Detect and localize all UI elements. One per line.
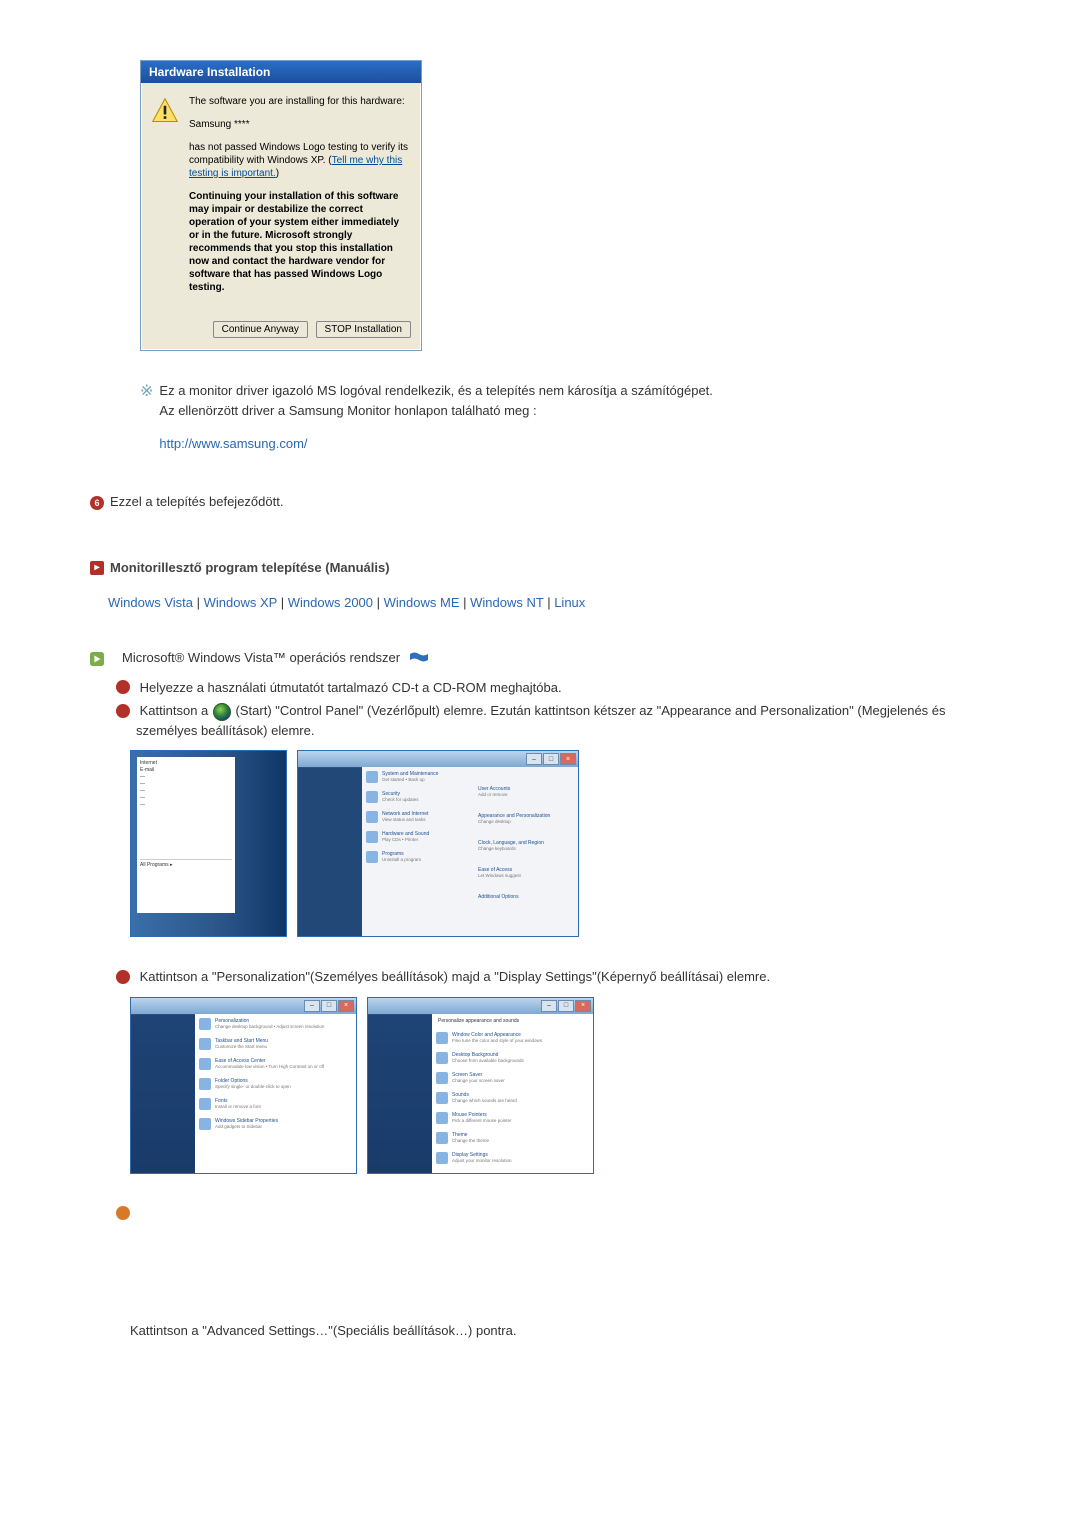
dialog-warning-paragraph: Continuing your installation of this sof… bbox=[189, 190, 411, 294]
minimize-icon: – bbox=[304, 1000, 320, 1012]
link-linux[interactable]: Linux bbox=[554, 595, 585, 610]
warning-icon bbox=[151, 97, 179, 125]
vista-step-2a: Kattintson a bbox=[140, 703, 212, 718]
vista-os-title: Microsoft® Windows Vista™ operációs rend… bbox=[122, 650, 400, 665]
link-windows-nt[interactable]: Windows NT bbox=[470, 595, 543, 610]
step-number-6: 6 bbox=[90, 496, 104, 510]
personalization-screenshot: – □ × Personalize appearance and sounds … bbox=[367, 997, 594, 1174]
step-6-text: Ezzel a telepítés befejeződött. bbox=[110, 494, 283, 509]
samsung-url-link[interactable]: http://www.samsung.com/ bbox=[159, 436, 307, 451]
maximize-icon: □ bbox=[321, 1000, 337, 1012]
appearance-personalization-screenshot: – □ × PersonalizationChange desktop back… bbox=[130, 997, 357, 1174]
note-line-2: Az ellenörzött driver a Samsung Monitor … bbox=[159, 401, 859, 421]
section-title: Monitorillesztő program telepítése (Manu… bbox=[110, 560, 390, 575]
step-number-1: 1 bbox=[116, 680, 130, 694]
link-windows-xp[interactable]: Windows XP bbox=[204, 595, 277, 610]
dialog-device: Samsung **** bbox=[189, 118, 411, 131]
os-link-row: Windows Vista | Windows XP | Windows 200… bbox=[108, 595, 990, 610]
vista-step-3: Kattintson a "Personalization"(Személyes… bbox=[140, 969, 770, 984]
link-windows-2000[interactable]: Windows 2000 bbox=[288, 595, 373, 610]
windows-flag-icon bbox=[410, 651, 428, 666]
control-panel-screenshot: – □ × System and MaintenanceGet started … bbox=[297, 750, 579, 937]
start-orb-icon bbox=[213, 703, 231, 721]
start-menu-screenshot: InternetE-mail————— All Programs ▸ bbox=[130, 750, 287, 937]
link-windows-vista[interactable]: Windows Vista bbox=[108, 595, 193, 610]
link-windows-me[interactable]: Windows ME bbox=[384, 595, 460, 610]
maximize-icon: □ bbox=[558, 1000, 574, 1012]
vista-step-4-text: Kattintson a "Advanced Settings…"(Speciá… bbox=[130, 1323, 990, 1338]
close-icon: × bbox=[560, 753, 576, 765]
dialog-title: Hardware Installation bbox=[141, 61, 421, 83]
play-arrow-icon bbox=[90, 652, 104, 666]
dialog-logo-line: has not passed Windows Logo testing to v… bbox=[189, 141, 411, 180]
note-line-1: Ez a monitor driver igazoló MS logóval r… bbox=[159, 381, 859, 401]
maximize-icon: □ bbox=[543, 753, 559, 765]
vista-step-2b: (Start) "Control Panel" (Vezérlőpult) el… bbox=[136, 703, 946, 738]
step-number-2: 2 bbox=[116, 704, 130, 718]
close-icon: × bbox=[575, 1000, 591, 1012]
step-number-4: 4 bbox=[116, 1206, 130, 1220]
hardware-installation-dialog: Hardware Installation The software you a… bbox=[140, 60, 422, 351]
dialog-line-1: The software you are installing for this… bbox=[189, 95, 411, 108]
close-icon: × bbox=[338, 1000, 354, 1012]
minimize-icon: – bbox=[526, 753, 542, 765]
stop-installation-button[interactable]: STOP Installation bbox=[316, 321, 411, 338]
note-mark-icon: ※ bbox=[140, 381, 153, 401]
vista-step-1: Helyezze a használati útmutatót tartalma… bbox=[140, 680, 562, 695]
continue-anyway-button[interactable]: Continue Anyway bbox=[213, 321, 308, 338]
section-bullet-icon: ▸ bbox=[90, 561, 104, 575]
step-number-3: 3 bbox=[116, 970, 130, 984]
minimize-icon: – bbox=[541, 1000, 557, 1012]
